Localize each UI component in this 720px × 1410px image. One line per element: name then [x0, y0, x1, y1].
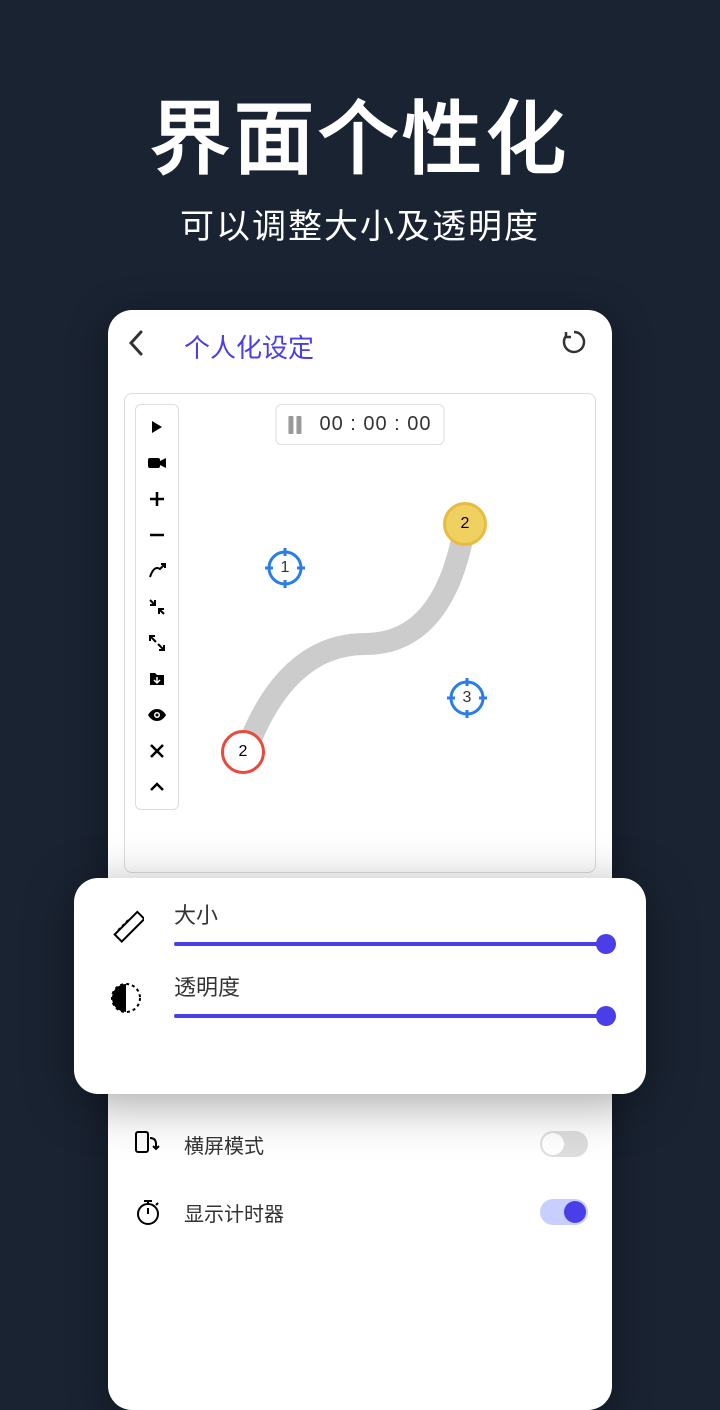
timer-value: 00 : 00 : 00: [319, 413, 431, 436]
target-3[interactable]: 3: [445, 676, 489, 720]
path-node-start[interactable]: 2: [221, 730, 265, 774]
back-button[interactable]: [128, 330, 144, 363]
opacity-label: 透明度: [174, 970, 614, 1002]
setting-landscape: 横屏模式: [132, 1110, 588, 1178]
hero-subtitle: 可以调整大小及透明度: [0, 199, 720, 248]
hero-title: 界面个性化: [0, 75, 720, 191]
size-slider[interactable]: [174, 942, 614, 946]
contrast-icon: [106, 978, 146, 1018]
remove-button[interactable]: [139, 517, 175, 553]
opacity-slider[interactable]: [174, 1014, 614, 1018]
settings-list: 横屏模式 显示计时器: [108, 1110, 612, 1246]
landscape-icon: [132, 1128, 164, 1160]
expand-button[interactable]: [139, 625, 175, 661]
canvas-area[interactable]: 00 : 00 : 00 2 2 1 3: [124, 393, 596, 873]
save-button[interactable]: [139, 661, 175, 697]
size-slider-row: 大小: [106, 898, 614, 946]
landscape-label: 横屏模式: [184, 1130, 520, 1159]
stopwatch-icon: [132, 1196, 164, 1228]
timer-label: 显示计时器: [184, 1198, 520, 1227]
reset-button[interactable]: [560, 328, 588, 363]
header: 个人化设定: [108, 310, 612, 383]
curve-button[interactable]: [139, 553, 175, 589]
add-button[interactable]: [139, 481, 175, 517]
timer-display: 00 : 00 : 00: [275, 404, 444, 445]
hero-section: 界面个性化 可以调整大小及透明度: [0, 0, 720, 248]
record-button[interactable]: [139, 445, 175, 481]
collapse-button[interactable]: [139, 589, 175, 625]
timer-toggle[interactable]: [540, 1199, 588, 1225]
play-button[interactable]: [139, 409, 175, 445]
landscape-toggle[interactable]: [540, 1131, 588, 1157]
target-1[interactable]: 1: [263, 546, 307, 590]
toolbar: [135, 404, 179, 810]
phone-preview: 个人化设定 00 : 00 : 00 2: [108, 310, 612, 1410]
ruler-icon: [106, 906, 146, 946]
visibility-button[interactable]: [139, 697, 175, 733]
path-node-end[interactable]: 2: [443, 502, 487, 546]
pause-icon[interactable]: [288, 416, 301, 434]
collapse-toolbar-button[interactable]: [139, 769, 175, 805]
setting-timer: 显示计时器: [132, 1178, 588, 1246]
size-label: 大小: [174, 898, 614, 930]
close-button[interactable]: [139, 733, 175, 769]
page-title: 个人化设定: [184, 328, 314, 365]
opacity-slider-row: 透明度: [106, 970, 614, 1018]
sliders-panel: 大小 透明度: [74, 878, 646, 1094]
